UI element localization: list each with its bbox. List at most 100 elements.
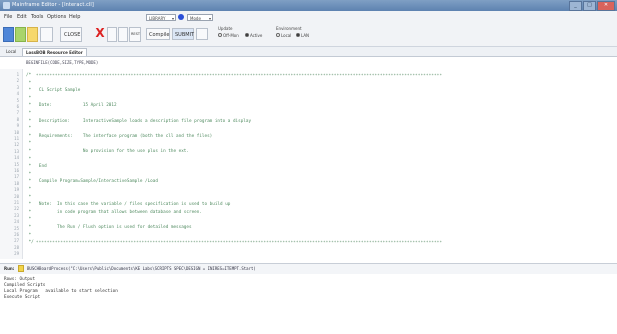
code-line: * Description: InteractiveSample loads a… [26, 118, 252, 124]
settings-button[interactable] [196, 28, 208, 40]
environment-lan-radio[interactable] [296, 33, 300, 37]
menu-edit[interactable]: Edit [17, 14, 27, 20]
line-number: 5 [16, 97, 19, 103]
line-number: 18 [14, 180, 19, 186]
line-number: 12 [14, 142, 19, 148]
code-line: /* [26, 73, 32, 78]
cut-button[interactable] [107, 27, 117, 42]
code-line: * [26, 95, 32, 101]
delete-x-button[interactable]: X [95, 27, 105, 42]
update-group-label: Update [218, 26, 233, 31]
window-controls: _ □ ✕ [569, 1, 615, 11]
command-prompt: Run: [4, 266, 15, 271]
output-pane: Rows: Output Compiled Scripts Local Progra… [0, 274, 617, 334]
code-line: * End [26, 164, 47, 170]
command-input[interactable]: BUSCHBoardProcess("C:\Users\Public\Docum… [27, 266, 256, 271]
tab-local[interactable]: Local [3, 48, 19, 56]
maximize-icon[interactable]: □ [583, 1, 596, 11]
line-number: 7 [16, 110, 19, 116]
line-number: 22 [14, 206, 19, 212]
line-number: 15 [14, 161, 19, 167]
folder-icon[interactable] [18, 265, 24, 272]
line-number: 26 [14, 232, 19, 237]
status-dot-icon [178, 14, 184, 20]
update-offmon-label: Off-Mon [223, 33, 239, 38]
code-line: * [26, 171, 32, 177]
line-number: 29 [14, 251, 19, 257]
code-line: * Note: In this case the variable / file… [26, 202, 231, 208]
line-number: 25 [14, 225, 19, 231]
code-line: * [26, 111, 32, 116]
code-line: * [26, 194, 32, 200]
new-file-button[interactable] [3, 27, 14, 42]
line-number: 27 [14, 238, 19, 244]
close-button[interactable]: CLOSE [60, 27, 82, 42]
open-file-button[interactable] [15, 27, 26, 42]
app-icon [3, 2, 10, 9]
line-number: 4 [16, 91, 19, 97]
line-number: 21 [14, 200, 19, 205]
code-line: * [26, 141, 32, 147]
code-line: * [26, 232, 32, 238]
line-number: 23 [14, 212, 19, 218]
minimize-icon[interactable]: _ [569, 1, 582, 11]
toolbar: CLOSE X REST Compile SUBMIT Update Off-M… [0, 23, 617, 47]
environment-local-radio[interactable] [276, 33, 280, 37]
print-button[interactable] [40, 27, 53, 42]
paste-button[interactable] [118, 27, 128, 42]
line-number-gutter: 1 2 3 4 5 6 7 8 9 10 11 12 13 14 15 16 17 18 19 20 21 22 23 24 2… [0, 69, 23, 259]
window-title: Mainframe Editor - [Interact.cll] [12, 2, 94, 8]
line-number: 8 [16, 116, 19, 122]
environment-lan-label: LAN [301, 33, 310, 38]
line-number: 9 [16, 123, 19, 129]
code-line: * [26, 187, 32, 192]
editor-path-line: BEGINFILE(CODE,SIZE,TYPE,MODE) [26, 60, 99, 65]
code-line: * [26, 217, 32, 223]
line-number: 24 [14, 219, 19, 225]
code-line: * Date: 15 April 2012 [26, 103, 117, 109]
line-number: 19 [14, 187, 19, 193]
submit-button[interactable]: SUBMIT [172, 28, 194, 40]
line-number: 16 [14, 168, 19, 173]
code-line: * [26, 156, 32, 162]
output-line: Rows: Output [4, 277, 36, 282]
code-line: * [26, 126, 32, 132]
line-number: 3 [16, 84, 19, 90]
chevron-down-icon: ▾ [208, 16, 211, 21]
environment-group-label: Environment [276, 26, 302, 31]
update-active-label: Active [250, 33, 263, 38]
chevron-down-icon: ▾ [171, 16, 174, 21]
menu-tools[interactable]: Tools [31, 14, 43, 20]
tab-resource-editor[interactable]: LossBOB Resource Editor [22, 48, 87, 56]
code-editor[interactable]: BEGINFILE(CODE,SIZE,TYPE,MODE) 123456789… [0, 56, 617, 264]
environment-local-label: Local [281, 33, 292, 38]
output-line: Local Program available to start selecti… [4, 289, 118, 294]
line-number: 6 [16, 104, 19, 109]
compile-button[interactable]: Compile [146, 28, 170, 40]
update-offmon-radio[interactable] [218, 33, 222, 37]
line-number: 11 [14, 136, 19, 141]
editor-tabs: Local LossBOB Resource Editor [0, 47, 617, 56]
update-active-radio[interactable] [245, 33, 249, 37]
comment-border: ****************************************… [36, 240, 443, 246]
rest-button[interactable]: REST [129, 27, 141, 42]
line-number: 2 [16, 78, 19, 84]
code-line: * Compile Program=Sample/InteractiveSamp… [26, 179, 158, 185]
code-line: * No provision for the use plus in the e… [26, 149, 189, 154]
close-icon[interactable]: ✕ [597, 1, 615, 11]
code-line: * Requirements: The interface program (b… [26, 133, 213, 139]
save-file-button[interactable] [27, 27, 38, 42]
menu-file[interactable]: File [4, 14, 12, 20]
library-combo[interactable]: LIBRARY ▾ [146, 14, 176, 21]
comment-border: ****************************************… [36, 73, 443, 78]
menu-options[interactable]: Options [47, 14, 66, 20]
menu-help[interactable]: Help [69, 14, 80, 20]
code-line: * in code program that allows between da… [26, 209, 202, 215]
output-line: Execute Script [4, 295, 41, 300]
line-number: 17 [14, 174, 19, 180]
mode-combo[interactable]: Mode ▾ [187, 14, 213, 21]
line-number: 1 [16, 72, 19, 77]
line-number: 20 [14, 193, 19, 199]
line-number: 28 [14, 244, 19, 250]
mode-combo-value: Mode [190, 16, 201, 21]
